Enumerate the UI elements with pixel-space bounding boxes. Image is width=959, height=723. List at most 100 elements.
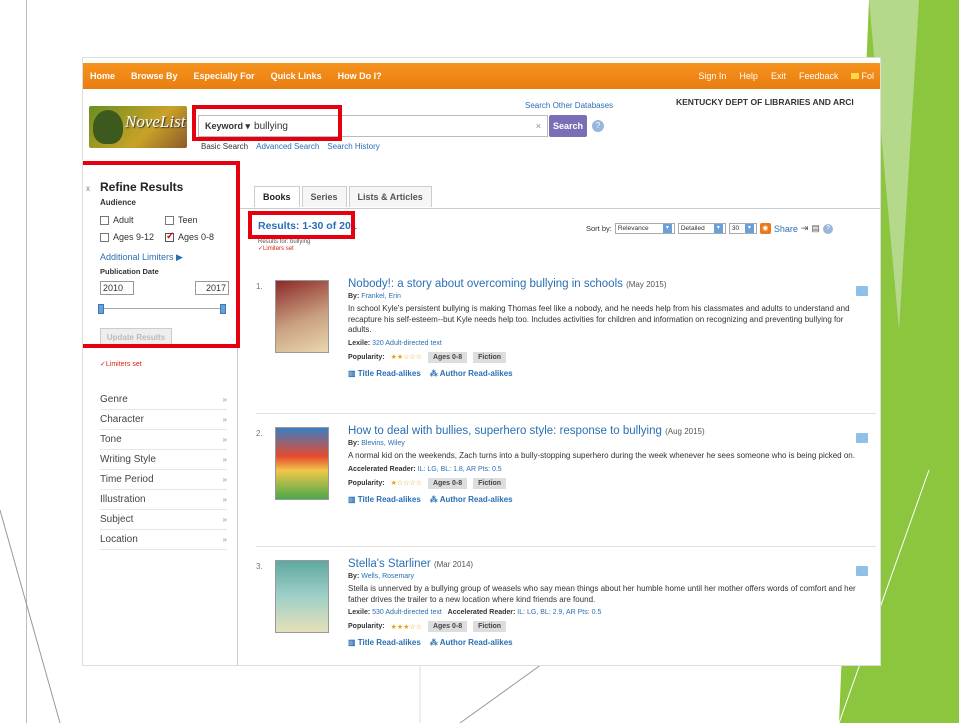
advanced-search-link[interactable]: Advanced Search xyxy=(256,142,319,151)
result-popularity: Popularity: ★★☆☆☆ Ages 0-8 Fiction xyxy=(348,351,858,363)
result-description: In school Kyle's persistent bullying is … xyxy=(348,304,850,334)
result-title-link[interactable]: Nobody!: a story about overcoming bullyi… xyxy=(348,278,858,290)
chevron-right-icon: » xyxy=(222,395,227,404)
search-mode-links: Basic Search Advanced Search Search Hist… xyxy=(201,142,380,151)
highlight-results-count-box xyxy=(248,211,355,239)
share-link[interactable]: Share xyxy=(774,224,798,234)
result-title-link[interactable]: Stella's Starliner (Mar 2014) xyxy=(348,558,858,570)
facet-character[interactable]: Character » xyxy=(100,410,227,430)
author-readalikes-link[interactable]: ⁂ Author Read-alikes xyxy=(430,638,513,647)
top-nav-left: Home Browse By Especially For Quick Link… xyxy=(90,71,382,81)
meta-value[interactable]: 530 Adult-directed text xyxy=(372,609,442,616)
help-icon[interactable]: ? xyxy=(592,120,604,132)
result-separator xyxy=(256,413,876,414)
chevron-down-icon: ▾ xyxy=(713,224,723,233)
author-readalikes-link[interactable]: ⁂ Author Read-alikes xyxy=(430,495,513,504)
per-page-value: 30 xyxy=(731,225,740,232)
nav-sign-in[interactable]: Sign In xyxy=(698,71,726,81)
facet-tone[interactable]: Tone » xyxy=(100,430,227,450)
author-icon: ⁂ xyxy=(429,494,440,504)
basic-search-link[interactable]: Basic Search xyxy=(201,142,248,151)
result-description: A normal kid on the weekends, Zach turns… xyxy=(348,451,855,460)
tab-lists-articles[interactable]: Lists & Articles xyxy=(348,186,432,207)
author-readalikes-link[interactable]: ⁂ Author Read-alikes xyxy=(430,369,513,378)
facet-writing-style[interactable]: Writing Style » xyxy=(100,450,227,470)
title-readalikes-link[interactable]: ▥ Title Read-alikes xyxy=(348,495,421,504)
result-number: 2. xyxy=(256,429,263,438)
add-to-folder-icon[interactable] xyxy=(856,286,868,296)
add-to-folder-icon[interactable] xyxy=(856,566,868,576)
per-page-select[interactable]: 30 ▾ xyxy=(728,223,757,234)
nav-home[interactable]: Home xyxy=(90,71,115,81)
result-popularity: Popularity: ★☆☆☆☆ Ages 0-8 Fiction xyxy=(348,477,858,489)
title-readalikes-link[interactable]: ▥ Title Read-alikes xyxy=(348,638,421,647)
author-link[interactable]: Frankel, Erin xyxy=(361,293,401,300)
facet-subject[interactable]: Subject » xyxy=(100,510,227,530)
limiters-set-label: ✓Limiters set xyxy=(100,361,142,368)
nav-especially-for[interactable]: Especially For xyxy=(194,71,255,81)
meta-value[interactable]: IL: LG, BL: 1.8, AR Pts: 0.5 xyxy=(418,466,502,473)
title-text: Nobody!: a story about overcoming bullyi… xyxy=(348,278,623,290)
author-link[interactable]: Blevins, Wiley xyxy=(361,440,405,447)
meta2-value[interactable]: IL: LG, BL: 2.9, AR Pts: 0.5 xyxy=(517,609,601,616)
help-icon[interactable]: ? xyxy=(822,223,833,234)
author-link[interactable]: Wells, Rosemary xyxy=(361,573,414,580)
print-icon[interactable]: ▤ xyxy=(811,223,820,234)
result-separator xyxy=(256,546,876,547)
nav-quick-links[interactable]: Quick Links xyxy=(271,71,322,81)
by-label: By: xyxy=(348,293,360,300)
sort-select[interactable]: Relevance ▾ xyxy=(614,223,675,234)
book-cover-image[interactable] xyxy=(275,560,329,633)
result-meta: Lexile: 320 Adult-directed text xyxy=(348,340,858,347)
author-readalikes-label: Author Read-alikes xyxy=(439,368,513,378)
title-text: Stella's Starliner xyxy=(348,558,431,570)
tab-books[interactable]: Books xyxy=(254,186,300,207)
search-button[interactable]: Search xyxy=(549,115,587,137)
facet-label: Genre xyxy=(100,394,128,405)
book-cover-image[interactable] xyxy=(275,427,329,500)
facet-label: Subject xyxy=(100,514,134,525)
meta-value[interactable]: 320 Adult-directed text xyxy=(372,340,442,347)
title-readalikes-label: Title Read-alikes xyxy=(357,638,421,647)
facet-location[interactable]: Location » xyxy=(100,530,227,550)
facet-time-period[interactable]: Time Period » xyxy=(100,470,227,490)
result-description: Stella is unnerved by a bullying group o… xyxy=(348,584,856,604)
chevron-down-icon: ▾ xyxy=(744,224,754,233)
search-history-link[interactable]: Search History xyxy=(327,142,379,151)
clear-search-icon[interactable]: × xyxy=(536,121,541,131)
view-select[interactable]: Detailed ▾ xyxy=(677,223,726,234)
organization-name: KENTUCKY DEPT OF LIBRARIES AND ARCI xyxy=(676,97,854,107)
readalike-links: ▥ Title Read-alikes ⁂ Author Read-alikes xyxy=(348,495,858,504)
nav-exit[interactable]: Exit xyxy=(771,71,786,81)
add-to-folder-icon[interactable] xyxy=(856,433,868,443)
star-rating: ★★☆☆☆ xyxy=(390,354,422,361)
export-icon[interactable]: ⇥ xyxy=(801,223,809,234)
tab-series[interactable]: Series xyxy=(301,186,347,207)
search-other-databases-link[interactable]: Search Other Databases xyxy=(525,101,613,110)
book-icon: ▥ xyxy=(348,494,358,504)
nav-feedback[interactable]: Feedback xyxy=(799,71,839,81)
novelist-screenshot: Home Browse By Especially For Quick Link… xyxy=(83,58,880,665)
nav-browse-by[interactable]: Browse By xyxy=(131,71,178,81)
result-title-link[interactable]: How to deal with bullies, superhero styl… xyxy=(348,425,858,437)
nav-help[interactable]: Help xyxy=(739,71,758,81)
result-body: Nobody!: a story about overcoming bullyi… xyxy=(348,278,858,378)
facet-label: Writing Style xyxy=(100,454,156,465)
nav-how-do-i[interactable]: How Do I? xyxy=(338,71,382,81)
nav-folder[interactable]: Fol xyxy=(851,71,874,81)
chevron-right-icon: » xyxy=(222,475,227,484)
title-readalikes-link[interactable]: ▥ Title Read-alikes xyxy=(348,369,421,378)
author-icon: ⁂ xyxy=(429,368,440,378)
book-cover-image[interactable] xyxy=(275,280,329,353)
star-rating: ★★★☆☆ xyxy=(390,623,422,631)
results-limiters-set: ✓Limiters set xyxy=(258,246,294,252)
rss-icon[interactable]: ◉ xyxy=(759,223,771,234)
nav-folder-label: Fol xyxy=(861,71,874,81)
result-item: 3. Stella's Starliner (Mar 2014) By: Wel… xyxy=(256,558,876,665)
facet-genre[interactable]: Genre » xyxy=(100,390,227,410)
facet-illustration[interactable]: Illustration » xyxy=(100,490,227,510)
result-author: By: Frankel, Erin xyxy=(348,293,858,300)
result-number: 3. xyxy=(256,562,263,571)
star-rating: ★☆☆☆☆ xyxy=(390,480,422,487)
novelist-logo[interactable]: NoveList xyxy=(89,106,187,148)
